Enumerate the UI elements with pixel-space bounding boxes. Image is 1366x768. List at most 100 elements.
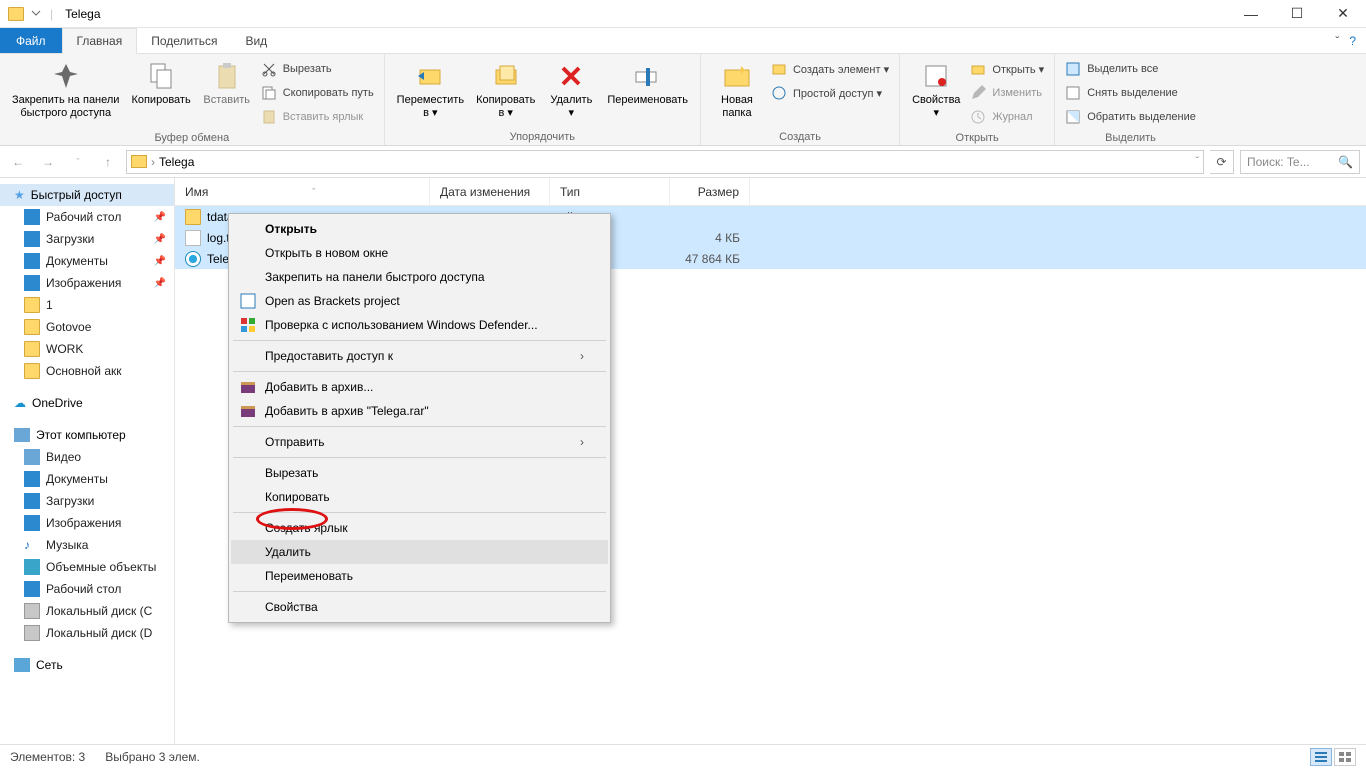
new-folder-button[interactable]: Новая папка (707, 56, 767, 124)
sidebar-item-folder-osnovnoi[interactable]: Основной акк (0, 360, 174, 382)
ctx-delete[interactable]: Удалить (231, 540, 608, 564)
sidebar-item-downloads[interactable]: Загрузки📌 (0, 228, 174, 250)
sidebar-item-folder-1[interactable]: 1 (0, 294, 174, 316)
breadcrumb-folder[interactable]: Telega (159, 155, 194, 169)
sidebar-item-drive-c[interactable]: Локальный диск (C (0, 600, 174, 622)
paste-shortcut-button[interactable]: Вставить ярлык (261, 106, 374, 128)
minimize-button[interactable]: — (1228, 0, 1274, 28)
ctx-add-archive[interactable]: Добавить в архив... (231, 375, 608, 399)
folder-icon (24, 363, 40, 379)
rename-button[interactable]: Переименовать (601, 56, 694, 111)
ctx-open[interactable]: Открыть (231, 217, 608, 241)
sidebar-item-pictures2[interactable]: Изображения (0, 512, 174, 534)
ctx-properties[interactable]: Свойства (231, 595, 608, 619)
new-item-button[interactable]: Создать элемент ▾ (771, 58, 889, 80)
sidebar-quick-access[interactable]: ★Быстрый доступ (0, 184, 174, 206)
ctx-brackets[interactable]: Open as Brackets project (231, 289, 608, 313)
refresh-button[interactable]: ⟳ (1210, 150, 1234, 174)
view-icons-button[interactable] (1334, 748, 1356, 766)
properties-button[interactable]: Свойства ▾ (906, 56, 966, 124)
ctx-rename[interactable]: Переименовать (231, 564, 608, 588)
sidebar-item-video[interactable]: Видео (0, 446, 174, 468)
sidebar-item-drive-d[interactable]: Локальный диск (D (0, 622, 174, 644)
ctx-open-new-window[interactable]: Открыть в новом окне (231, 241, 608, 265)
folder-icon (185, 209, 201, 225)
address-dropdown-icon[interactable]: ˇ (1196, 156, 1199, 167)
ctx-add-rar[interactable]: Добавить в архив "Telega.rar" (231, 399, 608, 423)
ctx-copy[interactable]: Копировать (231, 485, 608, 509)
column-name[interactable]: Имяˆ (175, 178, 430, 205)
sidebar-onedrive[interactable]: ☁OneDrive (0, 392, 174, 414)
column-type[interactable]: Тип (550, 178, 670, 205)
search-icon: 🔍 (1338, 155, 1353, 169)
navigation-pane: ★Быстрый доступ Рабочий стол📌 Загрузки📌 … (0, 178, 175, 744)
ctx-pin-quick[interactable]: Закрепить на панели быстрого доступа (231, 265, 608, 289)
ctx-defender[interactable]: Проверка с использованием Windows Defend… (231, 313, 608, 337)
tab-home[interactable]: Главная (62, 28, 138, 54)
forward-button[interactable]: → (36, 150, 60, 174)
folder-icon (131, 155, 147, 168)
sidebar-item-folder-gotovoe[interactable]: Gotovoe (0, 316, 174, 338)
breadcrumb-sep: › (151, 155, 155, 169)
column-date[interactable]: Дата изменения (430, 178, 550, 205)
ctx-cut[interactable]: Вырезать (231, 461, 608, 485)
qat-dropdown-icon[interactable] (30, 7, 44, 21)
sidebar-item-pictures[interactable]: Изображения📌 (0, 272, 174, 294)
tab-view[interactable]: Вид (231, 28, 281, 53)
sidebar-this-pc[interactable]: Этот компьютер (0, 424, 174, 446)
invert-selection-button[interactable]: Обратить выделение (1065, 106, 1196, 128)
sidebar-item-music[interactable]: ♪Музыка (0, 534, 174, 556)
winrar-icon (239, 378, 257, 396)
drive-icon (24, 603, 40, 619)
view-details-button[interactable] (1310, 748, 1332, 766)
column-size[interactable]: Размер (670, 178, 750, 205)
help-icon[interactable]: ? (1349, 34, 1356, 48)
pin-icon: 📌 (154, 212, 166, 223)
move-to-button[interactable]: Переместить в ▾ (391, 56, 470, 124)
open-group-label: Открыть (906, 130, 1048, 146)
select-all-button[interactable]: Выделить все (1065, 58, 1196, 80)
back-button[interactable]: ← (6, 150, 30, 174)
ctx-shortcut[interactable]: Создать ярлык (231, 516, 608, 540)
delete-button[interactable]: Удалить ▾ (541, 56, 601, 124)
sidebar-item-desktop2[interactable]: Рабочий стол (0, 578, 174, 600)
sidebar-item-downloads2[interactable]: Загрузки (0, 490, 174, 512)
sidebar-item-documents2[interactable]: Документы (0, 468, 174, 490)
edit-button[interactable]: Изменить (970, 82, 1044, 104)
up-button[interactable]: ↑ (96, 150, 120, 174)
recent-dropdown[interactable]: ˇ (66, 150, 90, 174)
maximize-button[interactable]: ☐ (1274, 0, 1320, 28)
address-bar[interactable]: › Telega ˇ (126, 150, 1204, 174)
network-icon (14, 658, 30, 672)
folder-icon (24, 297, 40, 313)
pin-to-quick-access-button[interactable]: Закрепить на панели быстрого доступа (6, 56, 125, 124)
ctx-grant-access[interactable]: Предоставить доступ к› (231, 344, 608, 368)
ctx-send[interactable]: Отправить› (231, 430, 608, 454)
open-button[interactable]: Открыть ▾ (970, 58, 1044, 80)
tab-file[interactable]: Файл (0, 28, 62, 53)
ribbon-group-clipboard: Закрепить на панели быстрого доступа Коп… (0, 54, 385, 145)
drive-icon (24, 625, 40, 641)
paste-button[interactable]: Вставить (197, 56, 257, 111)
copy-to-button[interactable]: Копировать в ▾ (470, 56, 541, 124)
close-button[interactable]: ✕ (1320, 0, 1366, 28)
sidebar-item-folder-work[interactable]: WORK (0, 338, 174, 360)
copy-path-button[interactable]: Скопировать путь (261, 82, 374, 104)
titlebar: | Telega — ☐ ✕ (0, 0, 1366, 28)
select-none-button[interactable]: Снять выделение (1065, 82, 1196, 104)
sidebar-item-desktop[interactable]: Рабочий стол📌 (0, 206, 174, 228)
easy-access-button[interactable]: Простой доступ ▾ (771, 82, 889, 104)
organize-group-label: Упорядочить (391, 129, 694, 145)
ribbon-collapse-icon[interactable]: ˇ (1335, 34, 1339, 48)
cut-button[interactable]: Вырезать (261, 58, 374, 80)
sidebar-item-3d[interactable]: Объемные объекты (0, 556, 174, 578)
history-button[interactable]: Журнал (970, 106, 1044, 128)
tab-share[interactable]: Поделиться (137, 28, 231, 53)
search-input[interactable]: Поиск: Te... 🔍 (1240, 150, 1360, 174)
pin-label: Закрепить на панели быстрого доступа (12, 94, 119, 120)
copy-button[interactable]: Копировать (125, 56, 196, 111)
folder-icon (8, 7, 24, 21)
sidebar-item-documents[interactable]: Документы📌 (0, 250, 174, 272)
downloads-icon (24, 493, 40, 509)
sidebar-network[interactable]: Сеть (0, 654, 174, 676)
